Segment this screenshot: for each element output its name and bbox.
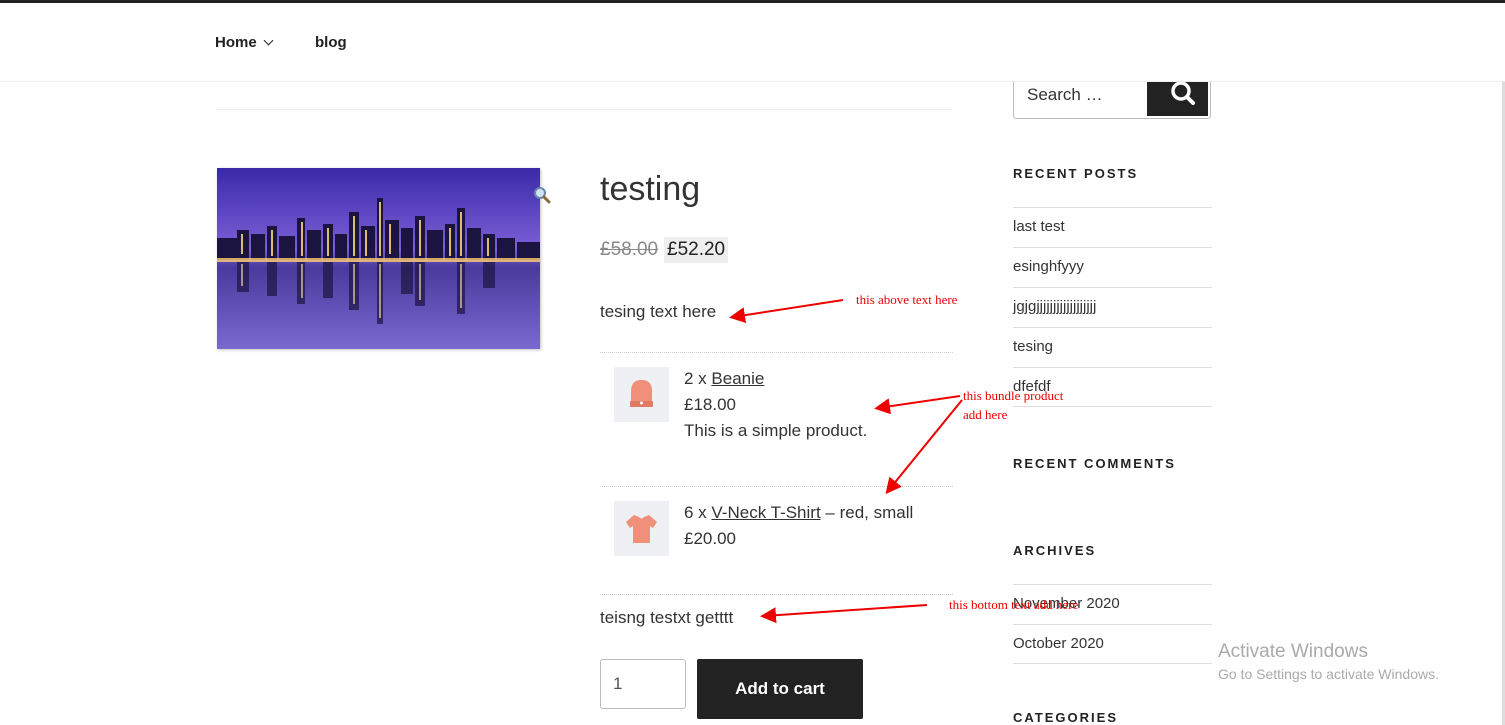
bundle-item-link[interactable]: V-Neck T-Shirt <box>711 503 820 522</box>
nav-home-label[interactable]: Home <box>215 34 257 51</box>
recent-post-link[interactable]: last test <box>1013 207 1212 247</box>
site-navigation: Home blog <box>0 3 1505 82</box>
annotation-bundle-line2: add here <box>963 407 1008 422</box>
recent-post-link[interactable]: tesing <box>1013 327 1212 367</box>
bundle-item-variation: – red, small <box>820 503 914 522</box>
arrow-bottom <box>760 604 928 624</box>
beanie-icon <box>630 380 653 407</box>
divider <box>600 594 953 595</box>
bundle-item-qty: 6 x <box>684 503 712 522</box>
chevron-down-icon[interactable] <box>263 35 274 46</box>
archives-list: November 2020 October 2020 <box>1013 584 1212 664</box>
recent-posts-list: last test esinghfyyy jgjgjjjjjjjjjjjjjjj… <box>1013 207 1212 407</box>
annotation-bundle: this bundle product <box>963 388 1064 403</box>
bundle-item-description: This is a simple product. <box>684 421 868 440</box>
bundle-item-price: £20.00 <box>684 529 736 548</box>
divider <box>600 352 953 353</box>
nav-blog[interactable]: blog <box>315 34 347 51</box>
annotation-bottom: this bottom text add here <box>949 597 1079 612</box>
add-to-cart-button[interactable]: Add to cart <box>697 659 863 719</box>
quantity-input[interactable] <box>600 659 686 709</box>
arrow-bundle-2 <box>885 399 963 495</box>
arrow-above <box>729 299 844 324</box>
magnifier-icon[interactable] <box>533 186 551 204</box>
text-above-bundle: tesing text here <box>600 302 717 321</box>
price-sale: £52.20 <box>664 237 729 263</box>
product-image[interactable] <box>217 168 540 349</box>
archives-title: ARCHIVES <box>1013 543 1097 558</box>
archive-link[interactable]: October 2020 <box>1013 624 1212 664</box>
product-title: testing <box>600 170 701 208</box>
recent-comments-title: RECENT COMMENTS <box>1013 456 1176 471</box>
bundle-item-thumbnail[interactable] <box>614 501 669 556</box>
nav-home[interactable]: Home <box>215 34 274 51</box>
tshirt-icon <box>626 515 657 543</box>
arrow-bundle-1 <box>874 395 961 415</box>
bundle-item-title: 6 x V-Neck T-Shirt – red, small <box>684 503 913 523</box>
recent-posts-title: RECENT POSTS <box>1013 166 1139 181</box>
bundle-item-title: 2 x Beanie <box>684 369 764 389</box>
divider <box>600 486 953 487</box>
city-skyline-image <box>217 168 540 349</box>
bundle-item-link[interactable]: Beanie <box>711 369 764 388</box>
recent-post-link[interactable]: esinghfyyy <box>1013 247 1212 287</box>
activate-windows-subtitle: Go to Settings to activate Windows. <box>1218 666 1439 682</box>
annotation-above: this above text here <box>856 292 958 307</box>
divider <box>216 109 952 110</box>
recent-post-link[interactable]: jgjgjjjjjjjjjjjjjjjjjj <box>1013 287 1212 327</box>
text-below-bundle: teisng testxt getttt <box>600 608 734 627</box>
bundle-item-price: £18.00 <box>684 395 736 414</box>
bundle-item-qty: 2 x <box>684 369 712 388</box>
bundle-item-thumbnail[interactable] <box>614 367 669 422</box>
categories-title: CATEGORIES <box>1013 710 1118 725</box>
activate-windows-title: Activate Windows <box>1218 641 1368 662</box>
price-old: £58.00 <box>600 239 659 260</box>
